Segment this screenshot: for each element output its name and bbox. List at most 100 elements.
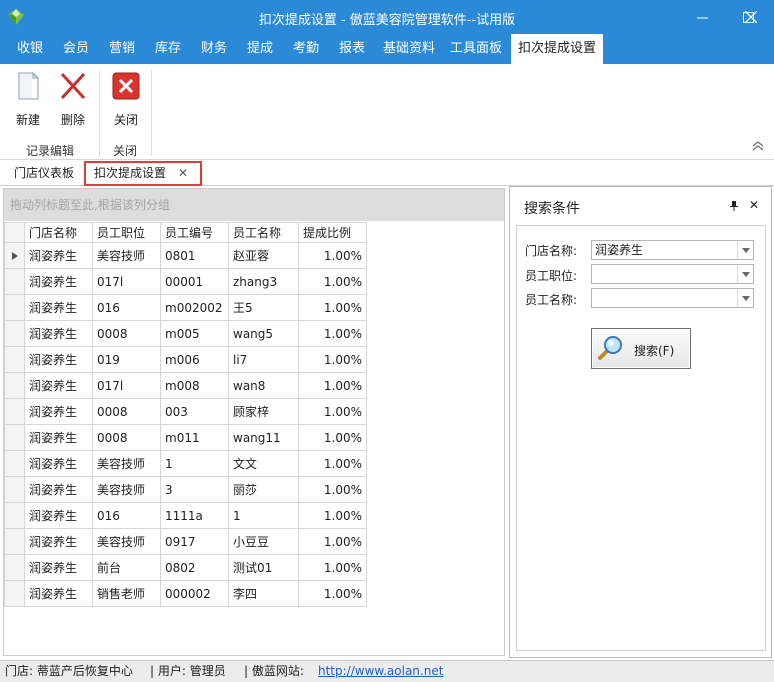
website-link[interactable]: http://www.aolan.net: [318, 661, 443, 682]
group-by-panel[interactable]: 拖动列标题至此,根据该列分组: [4, 189, 504, 221]
cell-position[interactable]: 017l: [92, 268, 161, 295]
close-ribbon-button[interactable]: 关闭: [106, 70, 146, 128]
row-indicator[interactable]: [4, 346, 25, 373]
cell-position[interactable]: 美容技师: [92, 242, 161, 269]
row-indicator[interactable]: [4, 476, 25, 503]
tab-tools[interactable]: 工具面板: [444, 34, 508, 64]
row-indicator[interactable]: [4, 424, 25, 451]
cell-store[interactable]: 润姿养生: [24, 242, 93, 269]
cell-employee-no[interactable]: 0802: [160, 554, 229, 581]
cell-commission-ratio[interactable]: 1.00%: [298, 398, 367, 425]
cell-employee-no[interactable]: 1: [160, 450, 229, 477]
cell-position[interactable]: 美容技师: [92, 476, 161, 503]
new-button[interactable]: 新建: [8, 70, 48, 128]
row-indicator[interactable]: [4, 580, 25, 607]
cell-commission-ratio[interactable]: 1.00%: [298, 528, 367, 555]
current-row-indicator-icon[interactable]: [4, 242, 25, 269]
collapse-ribbon-icon[interactable]: [752, 141, 764, 151]
store-name-combo[interactable]: 润姿养生: [591, 240, 754, 260]
cell-store[interactable]: 润姿养生: [24, 398, 93, 425]
tab-basic-data[interactable]: 基础资料: [376, 34, 442, 64]
table-row[interactable]: 润姿养生 019 m006 li7 1.00%: [4, 346, 367, 373]
cell-employee-name[interactable]: 王5: [228, 294, 299, 321]
row-indicator[interactable]: [4, 502, 25, 529]
row-indicator[interactable]: [4, 450, 25, 477]
tab-member[interactable]: 会员: [54, 34, 98, 64]
tab-inventory[interactable]: 库存: [146, 34, 190, 64]
cell-employee-no[interactable]: 0801: [160, 242, 229, 269]
cell-position[interactable]: 美容技师: [92, 528, 161, 555]
cell-store[interactable]: 润姿养生: [24, 320, 93, 347]
tab-close-icon[interactable]: ✕: [178, 163, 188, 184]
cell-employee-no[interactable]: 00001: [160, 268, 229, 295]
column-header-commission-ratio[interactable]: 提成比例: [298, 222, 367, 243]
cell-employee-no[interactable]: m006: [160, 346, 229, 373]
cell-employee-no[interactable]: m002002: [160, 294, 229, 321]
cell-employee-name[interactable]: 1: [228, 502, 299, 529]
cell-commission-ratio[interactable]: 1.00%: [298, 268, 367, 295]
cell-employee-name[interactable]: li7: [228, 346, 299, 373]
row-indicator[interactable]: [4, 268, 25, 295]
table-row[interactable]: 润姿养生 0008 m005 wang5 1.00%: [4, 320, 367, 347]
table-row[interactable]: 润姿养生 017l 00001 zhang3 1.00%: [4, 268, 367, 295]
row-indicator[interactable]: [4, 554, 25, 581]
close-window-button[interactable]: [728, 0, 774, 34]
cell-employee-no[interactable]: 3: [160, 476, 229, 503]
cell-employee-name[interactable]: 李四: [228, 580, 299, 607]
cell-employee-no[interactable]: 000002: [160, 580, 229, 607]
column-header-store[interactable]: 门店名称: [24, 222, 93, 243]
delete-button[interactable]: 删除: [53, 70, 93, 128]
cell-store[interactable]: 润姿养生: [24, 554, 93, 581]
column-header-employee-name[interactable]: 员工名称: [228, 222, 299, 243]
cell-position[interactable]: 销售老师: [92, 580, 161, 607]
cell-store[interactable]: 润姿养生: [24, 528, 93, 555]
cell-position[interactable]: 0008: [92, 320, 161, 347]
cell-employee-name[interactable]: 顾家梓: [228, 398, 299, 425]
cell-employee-name[interactable]: wang11: [228, 424, 299, 451]
table-row[interactable]: 润姿养生 美容技师 0801 赵亚蓉 1.00%: [4, 242, 367, 269]
cell-store[interactable]: 润姿养生: [24, 346, 93, 373]
table-row[interactable]: 润姿养生 017l m008 wan8 1.00%: [4, 372, 367, 399]
cell-commission-ratio[interactable]: 1.00%: [298, 450, 367, 477]
table-row[interactable]: 润姿养生 0008 m011 wang11 1.00%: [4, 424, 367, 451]
cell-position[interactable]: 0008: [92, 424, 161, 451]
table-row[interactable]: 润姿养生 美容技师 0917 小豆豆 1.00%: [4, 528, 367, 555]
cell-position[interactable]: 016: [92, 294, 161, 321]
position-combo[interactable]: [591, 264, 754, 284]
cell-employee-no[interactable]: 1111a: [160, 502, 229, 529]
table-row[interactable]: 润姿养生 016 1111a 1 1.00%: [4, 502, 367, 529]
cell-position[interactable]: 美容技师: [92, 450, 161, 477]
search-panel-close-icon[interactable]: ✕: [749, 198, 759, 212]
cell-employee-no[interactable]: m011: [160, 424, 229, 451]
cell-commission-ratio[interactable]: 1.00%: [298, 320, 367, 347]
cell-commission-ratio[interactable]: 1.00%: [298, 554, 367, 581]
employee-name-combo[interactable]: [591, 288, 754, 308]
row-indicator[interactable]: [4, 528, 25, 555]
pin-icon[interactable]: [729, 201, 739, 211]
cell-commission-ratio[interactable]: 1.00%: [298, 294, 367, 321]
cell-employee-name[interactable]: zhang3: [228, 268, 299, 295]
tab-finance[interactable]: 财务: [192, 34, 236, 64]
table-row[interactable]: 润姿养生 前台 0802 测试01 1.00%: [4, 554, 367, 581]
cell-store[interactable]: 润姿养生: [24, 372, 93, 399]
row-indicator[interactable]: [4, 398, 25, 425]
cell-employee-no[interactable]: 003: [160, 398, 229, 425]
dropdown-arrow-icon[interactable]: [737, 289, 753, 307]
cell-employee-name[interactable]: 小豆豆: [228, 528, 299, 555]
cell-store[interactable]: 润姿养生: [24, 580, 93, 607]
cell-position[interactable]: 019: [92, 346, 161, 373]
cell-position[interactable]: 前台: [92, 554, 161, 581]
row-indicator[interactable]: [4, 294, 25, 321]
cell-commission-ratio[interactable]: 1.00%: [298, 476, 367, 503]
cell-commission-ratio[interactable]: 1.00%: [298, 372, 367, 399]
cell-employee-name[interactable]: 文文: [228, 450, 299, 477]
column-header-position[interactable]: 员工职位: [92, 222, 161, 243]
table-row[interactable]: 润姿养生 美容技师 1 文文 1.00%: [4, 450, 367, 477]
cell-position[interactable]: 017l: [92, 372, 161, 399]
tab-deduct-commission-settings[interactable]: 扣次提成设置: [511, 34, 603, 64]
cell-commission-ratio[interactable]: 1.00%: [298, 502, 367, 529]
row-indicator[interactable]: [4, 372, 25, 399]
tab-commission[interactable]: 提成: [238, 34, 282, 64]
cell-employee-no[interactable]: m008: [160, 372, 229, 399]
dropdown-arrow-icon[interactable]: [737, 265, 753, 283]
